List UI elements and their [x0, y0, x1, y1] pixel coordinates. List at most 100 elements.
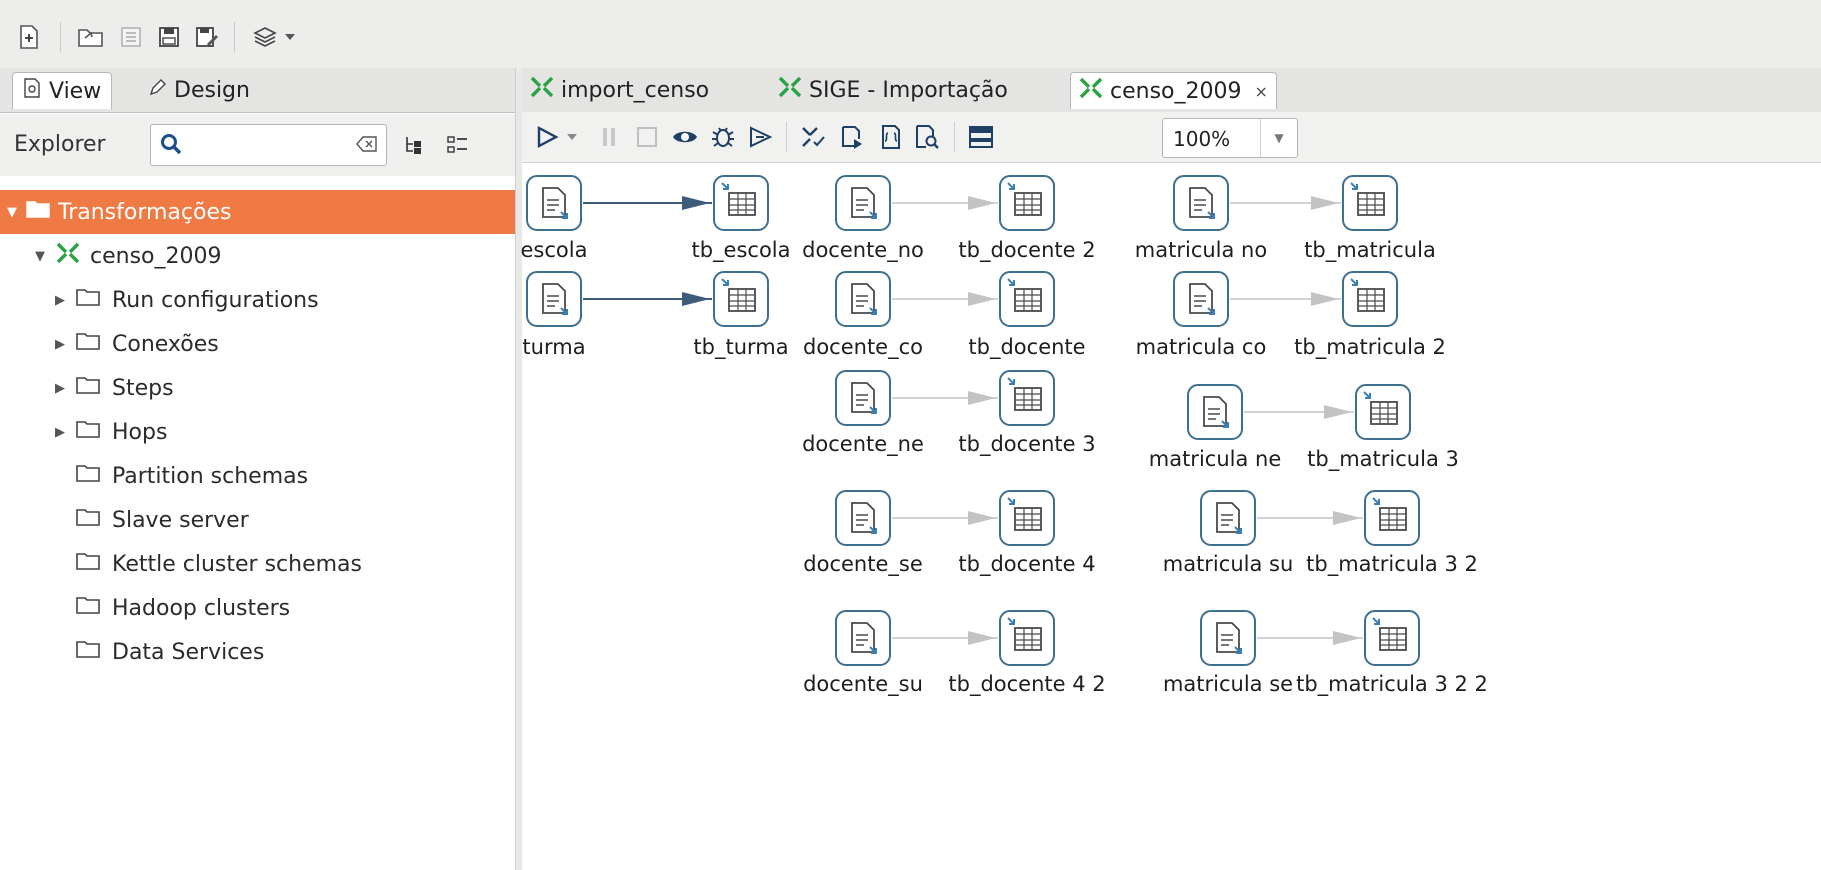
step-table-input[interactable] — [1172, 270, 1230, 328]
save-icon[interactable] — [154, 22, 184, 52]
table-output-icon — [713, 271, 769, 327]
step-label: matricula su — [1162, 552, 1294, 576]
clear-search-icon[interactable] — [356, 135, 378, 157]
step-label: tb_matricula 3 2 — [1306, 552, 1478, 576]
hop-arrow-icon — [968, 511, 996, 525]
sql-icon[interactable] — [876, 122, 906, 152]
tree-item-label: Kettle cluster schemas — [112, 551, 362, 577]
debug-icon[interactable] — [708, 122, 738, 152]
step-table-input[interactable] — [1199, 609, 1257, 667]
tree-item-data-services[interactable]: Data Services — [0, 630, 591, 674]
step-table-output[interactable] — [1341, 174, 1399, 232]
tree-item-conexoes[interactable]: ▶ Conexões — [0, 322, 565, 366]
step-table-input[interactable] — [1186, 383, 1244, 441]
step-table-output[interactable] — [1341, 270, 1399, 328]
tree-item-steps[interactable]: ▶ Steps — [0, 366, 565, 410]
impact-icon[interactable] — [838, 122, 868, 152]
hop-arrow-icon — [682, 292, 710, 306]
stop-icon[interactable] — [632, 122, 662, 152]
new-file-icon[interactable] — [14, 22, 44, 52]
folder-icon — [76, 463, 100, 489]
step-table-output[interactable] — [998, 174, 1056, 232]
step-table-output[interactable] — [712, 174, 770, 232]
explore-repository-icon[interactable] — [116, 22, 146, 52]
tree-item-slave-server[interactable]: Slave server — [0, 498, 591, 542]
step-label: tb_docente 4 — [958, 552, 1096, 576]
step-label: tb_docente 2 — [958, 238, 1096, 262]
collapsed-arrow-icon[interactable]: ▶ — [50, 337, 70, 352]
step-table-input[interactable] — [834, 489, 892, 547]
tree-item-hops[interactable]: ▶ Hops — [0, 410, 565, 454]
collapsed-arrow-icon[interactable]: ▶ — [50, 425, 70, 440]
show-results-icon[interactable] — [966, 122, 996, 152]
expanded-arrow-icon[interactable]: ▼ — [30, 249, 50, 264]
tab-sige-importacao[interactable]: SIGE - Importação — [770, 72, 1016, 108]
folder-icon — [76, 507, 100, 533]
chevron-down-icon[interactable] — [562, 122, 582, 152]
folder-icon — [76, 287, 100, 313]
table-input-icon — [526, 175, 582, 231]
expand-all-icon[interactable] — [446, 134, 470, 160]
verify-icon[interactable] — [798, 122, 828, 152]
tab-view[interactable]: View — [12, 72, 113, 109]
step-table-input[interactable] — [525, 174, 583, 232]
hop-arrow-icon — [1311, 292, 1339, 306]
step-table-output[interactable] — [1354, 383, 1412, 441]
transformation-canvas[interactable]: escola tb_escola turma tb_turma docente_no tb… — [521, 165, 1821, 870]
step-table-output[interactable] — [1363, 489, 1421, 547]
step-table-input[interactable] — [834, 270, 892, 328]
tree-item-kettle-cluster-schemas[interactable]: Kettle cluster schemas — [0, 542, 591, 586]
step-table-output[interactable] — [998, 489, 1056, 547]
chevron-down-icon[interactable]: ▼ — [1260, 119, 1297, 157]
zoom-select[interactable]: 100% ▼ — [1162, 118, 1298, 158]
expanded-arrow-icon[interactable]: ▼ — [2, 205, 22, 220]
step-label: matricula se — [1162, 672, 1294, 696]
explore-db-icon[interactable] — [912, 122, 942, 152]
step-table-input[interactable] — [834, 609, 892, 667]
collapsed-arrow-icon[interactable]: ▶ — [50, 293, 70, 308]
layers-icon[interactable] — [250, 22, 280, 52]
collapsed-arrow-icon[interactable]: ▶ — [50, 381, 70, 396]
step-table-input[interactable] — [834, 369, 892, 427]
step-label: matricula ne — [1148, 447, 1282, 471]
chevron-down-icon[interactable] — [280, 22, 300, 52]
step-table-output[interactable] — [998, 609, 1056, 667]
step-label: tb_matricula 3 2 2 — [1296, 672, 1488, 696]
table-input-icon — [835, 175, 891, 231]
preview-icon[interactable] — [670, 122, 700, 152]
step-table-input[interactable] — [1172, 174, 1230, 232]
tab-censo-2009[interactable]: censo_2009 ⨯ — [1070, 72, 1277, 109]
step-table-input[interactable] — [834, 174, 892, 232]
tree-item-partition-schemas[interactable]: Partition schemas — [0, 454, 591, 498]
close-tab-icon[interactable]: ⨯ — [1254, 82, 1267, 101]
collapse-all-icon[interactable] — [403, 134, 427, 160]
step-table-input[interactable] — [1199, 489, 1257, 547]
tab-design[interactable]: Design — [138, 72, 260, 108]
editor-tabs: import_censo SIGE - Importação censo_200… — [522, 68, 1821, 113]
table-output-icon — [1364, 490, 1420, 546]
hop-arrow-icon — [968, 196, 996, 210]
step-label: tb_docente — [968, 335, 1086, 359]
step-table-output[interactable] — [1363, 609, 1421, 667]
table-input-icon — [835, 370, 891, 426]
step-table-output[interactable] — [998, 270, 1056, 328]
save-as-icon[interactable] — [192, 22, 222, 52]
folder-icon — [76, 551, 100, 577]
folder-icon — [76, 419, 100, 445]
tab-import-censo[interactable]: import_censo — [522, 72, 717, 108]
tree-item-label: Data Services — [112, 639, 265, 665]
step-table-output[interactable] — [998, 369, 1056, 427]
replay-icon[interactable] — [746, 122, 776, 152]
pause-icon[interactable] — [594, 122, 624, 152]
step-table-input[interactable] — [525, 270, 583, 328]
folder-icon — [26, 199, 50, 225]
run-icon[interactable] — [532, 122, 562, 152]
tree-item-censo-2009[interactable]: ▼ censo_2009 — [0, 234, 545, 278]
tree-item-hadoop-clusters[interactable]: Hadoop clusters — [0, 586, 591, 630]
step-table-output[interactable] — [712, 270, 770, 328]
editor-toolbar: 100% ▼ — [522, 112, 1821, 163]
tree-item-transformations[interactable]: ▼ Transformações — [0, 190, 515, 234]
tree-item-run-configurations[interactable]: ▶ Run configurations — [0, 278, 565, 322]
search-input[interactable] — [191, 131, 345, 159]
open-file-icon[interactable] — [76, 22, 106, 52]
